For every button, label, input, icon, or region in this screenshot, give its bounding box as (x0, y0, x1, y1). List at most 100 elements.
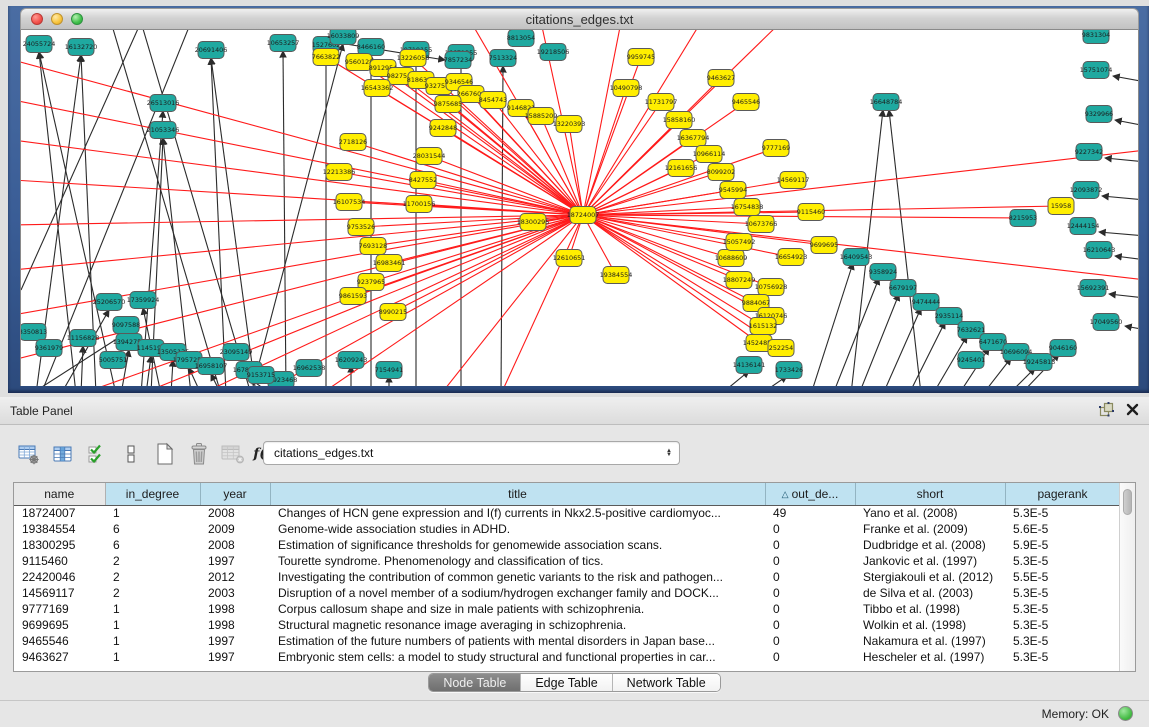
network-node[interactable]: 15692391 (1077, 280, 1110, 297)
table-cell[interactable]: Tourette syndrome. Phenomenology and cla… (270, 553, 765, 569)
table-cell[interactable]: 1 (105, 633, 200, 649)
table-cell[interactable]: 9465546 (14, 633, 105, 649)
network-edge[interactable] (1109, 294, 1139, 298)
network-node[interactable]: 12444154 (1067, 218, 1100, 235)
network-node[interactable]: 9777169 (762, 140, 790, 157)
network-node[interactable]: 12213386 (323, 164, 356, 181)
network-node[interactable]: 16132720 (65, 39, 98, 56)
column-header-outde[interactable]: △out_de... (765, 483, 855, 505)
table-row[interactable]: 1872400712008Changes of HCN gene express… (14, 505, 1119, 521)
network-node[interactable]: 9545994 (719, 182, 747, 199)
network-node[interactable]: 9474444 (912, 294, 940, 311)
table-cell[interactable]: 5.5E-5 (1005, 569, 1119, 585)
network-node[interactable]: 24055724 (23, 36, 56, 53)
network-edge[interactable] (1115, 256, 1139, 260)
network-node[interactable]: 10688609 (715, 250, 748, 267)
table-cell[interactable]: 5.3E-5 (1005, 601, 1119, 617)
network-node[interactable]: 16983461 (373, 255, 406, 272)
network-node[interactable]: 6679197 (889, 280, 917, 297)
network-node[interactable]: 19245813 (1023, 354, 1056, 371)
network-edge[interactable] (81, 346, 83, 386)
network-node[interactable]: 20691406 (195, 42, 228, 59)
column-header-short[interactable]: short (855, 483, 1005, 505)
network-node[interactable]: 16962538 (293, 360, 326, 377)
table-cell[interactable]: 0 (765, 537, 855, 553)
table-cell[interactable]: 5.3E-5 (1005, 585, 1119, 601)
table-cell[interactable]: 0 (765, 633, 855, 649)
network-node[interactable]: 28031544 (413, 148, 446, 165)
table-cell[interactable]: 5.3E-5 (1005, 633, 1119, 649)
table-cell[interactable]: Yano et al. (2008) (855, 505, 1005, 521)
column-header-indegree[interactable]: in_degree (105, 483, 200, 505)
network-node[interactable]: 18300295 (517, 214, 550, 231)
table-cell[interactable]: Corpus callosum shape and size in male p… (270, 601, 765, 617)
network-node[interactable]: 16654923 (775, 249, 808, 266)
network-edge[interactable] (501, 215, 583, 386)
network-node[interactable]: 25206570 (93, 294, 126, 311)
table-row[interactable]: 911546021997Tourette syndrome. Phenomeno… (14, 553, 1119, 569)
network-edge[interactable] (251, 44, 343, 386)
network-edge[interactable] (1102, 196, 1139, 200)
network-node[interactable]: 10966114 (693, 146, 726, 163)
network-node[interactable]: 10653257 (267, 35, 300, 52)
network-node[interactable]: 9861593 (339, 288, 367, 305)
network-edge[interactable] (501, 66, 503, 386)
table-cell[interactable]: 0 (765, 569, 855, 585)
table-cell[interactable]: 2008 (200, 505, 270, 521)
network-node[interactable]: 15751074 (1080, 62, 1113, 79)
table-cell[interactable]: 6 (105, 537, 200, 553)
network-node[interactable]: 2935114 (935, 308, 963, 325)
table-cell[interactable]: 0 (765, 553, 855, 569)
network-edge[interactable] (983, 358, 1011, 386)
table-cell[interactable]: de Silva et al. (2003) (855, 585, 1005, 601)
network-node[interactable]: 10490798 (610, 80, 643, 97)
network-node[interactable]: 8466160 (357, 39, 385, 56)
network-node[interactable]: 18807249 (723, 272, 756, 289)
table-cell[interactable]: 9463627 (14, 649, 105, 665)
table-row[interactable]: 946362711997Embryonic stem cells: a mode… (14, 649, 1119, 665)
network-node[interactable]: 7857234 (444, 52, 472, 69)
network-node[interactable]: 11700156 (403, 196, 436, 213)
network-node[interactable]: 19384554 (600, 267, 633, 284)
table-select-dropdown[interactable]: citations_edges.txt ▲▼ (263, 441, 680, 465)
network-node[interactable]: 15958 (1048, 198, 1074, 215)
network-node[interactable]: 16209243 (335, 352, 368, 369)
network-node[interactable]: 9227342 (1075, 144, 1103, 161)
network-node[interactable]: 9753526 (347, 219, 375, 236)
table-row[interactable]: 2242004622012Investigating the contribut… (14, 569, 1119, 585)
network-node[interactable]: 9358924 (869, 264, 897, 281)
network-canvas[interactable]: 2405572416132720206914061065325715276028… (20, 30, 1139, 386)
network-node[interactable]: 26513016 (147, 95, 180, 112)
network-node[interactable]: 7154941 (375, 362, 403, 379)
network-node[interactable]: 9361979 (35, 340, 63, 357)
table-cell[interactable]: 49 (765, 505, 855, 521)
network-node[interactable]: 16033809 (327, 30, 360, 45)
delete-trash-icon[interactable] (186, 441, 212, 467)
network-edge[interactable] (1125, 326, 1139, 330)
table-cell[interactable]: 1997 (200, 649, 270, 665)
network-edge[interactable] (1099, 232, 1139, 236)
table-cell[interactable]: 18300295 (14, 537, 105, 553)
table-cell[interactable]: Nakamura et al. (1997) (855, 633, 1005, 649)
network-node[interactable]: 17359924 (127, 292, 160, 309)
network-node[interactable]: 252254 (768, 340, 794, 357)
table-cell[interactable]: Jankovic et al. (1997) (855, 553, 1005, 569)
table-row[interactable]: 969969511998Structural magnetic resonanc… (14, 617, 1119, 633)
table-cell[interactable]: 1 (105, 649, 200, 665)
table-cell[interactable]: 1997 (200, 633, 270, 649)
table-cell[interactable]: Hescheler et al. (1997) (855, 649, 1005, 665)
network-edge[interactable] (211, 58, 256, 386)
table-cell[interactable]: 5.3E-5 (1005, 505, 1119, 521)
table-cell[interactable]: 2 (105, 569, 200, 585)
table-cell[interactable]: 0 (765, 649, 855, 665)
network-node[interactable]: 11731797 (645, 94, 678, 111)
network-node[interactable]: 16754838 (731, 199, 764, 216)
table-cell[interactable]: 2 (105, 585, 200, 601)
network-node[interactable]: 5005751 (99, 352, 127, 369)
tab-edge-table[interactable]: Edge Table (521, 674, 612, 691)
network-node[interactable]: 16958107 (195, 358, 228, 375)
table-cell[interactable]: 2009 (200, 521, 270, 537)
table-cell[interactable]: 2 (105, 553, 200, 569)
close-panel-icon[interactable] (1126, 403, 1139, 421)
table-cell[interactable]: 0 (765, 585, 855, 601)
